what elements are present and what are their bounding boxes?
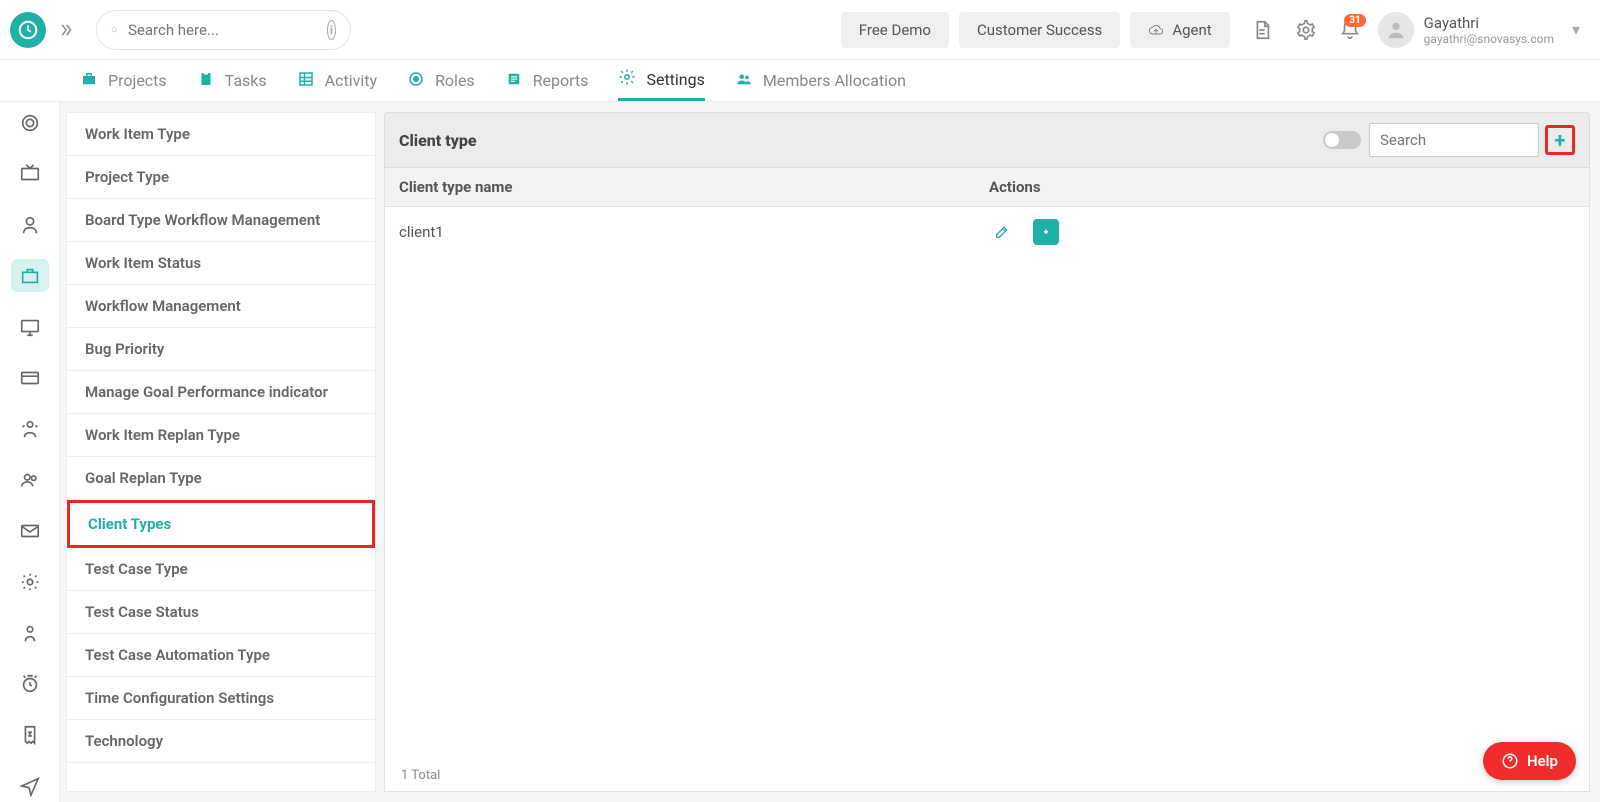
agent-button[interactable]: Agent <box>1130 12 1229 48</box>
grid-icon <box>297 70 315 92</box>
avatar <box>1378 12 1414 48</box>
side-goal-perf[interactable]: Manage Goal Performance indicator <box>67 371 375 414</box>
tab-reports[interactable]: Reports <box>505 60 589 101</box>
side-workflow-mgmt[interactable]: Workflow Management <box>67 285 375 328</box>
clipboard-icon <box>197 70 215 92</box>
rail-send[interactable] <box>11 769 49 802</box>
rail-tv[interactable] <box>11 157 49 190</box>
user-name: Gayathri <box>1424 14 1554 32</box>
info-icon[interactable]: i <box>327 20 336 40</box>
free-demo-button[interactable]: Free Demo <box>841 12 949 48</box>
nav-tabs: Projects Tasks Activity Roles Reports Se… <box>0 60 1600 102</box>
col-header-actions: Actions <box>989 178 1575 196</box>
rail-profile[interactable] <box>11 616 49 649</box>
settings-sidebar: Work Item Type Project Type Board Type W… <box>66 112 376 792</box>
tab-projects[interactable]: Projects <box>80 60 167 101</box>
rail-invoice[interactable] <box>11 718 49 751</box>
rail-monitor[interactable] <box>11 310 49 343</box>
global-search[interactable]: i <box>96 10 351 50</box>
rail-work[interactable] <box>11 259 49 292</box>
notification-badge: 31 <box>1344 14 1365 27</box>
user-email: gayathri@snovasys.com <box>1424 32 1554 46</box>
list-icon <box>505 70 523 92</box>
rail-hr[interactable] <box>11 412 49 445</box>
add-client-type-button[interactable]: + <box>1545 125 1575 155</box>
help-button[interactable]: Help <box>1483 742 1576 780</box>
rail-card[interactable] <box>11 361 49 394</box>
side-goal-replan[interactable]: Goal Replan Type <box>67 457 375 500</box>
tab-roles[interactable]: Roles <box>407 60 475 101</box>
people-icon <box>735 70 753 92</box>
rail-settings[interactable] <box>11 565 49 598</box>
global-search-input[interactable] <box>128 21 327 39</box>
rail-clock[interactable] <box>11 667 49 700</box>
table-row: client1 <box>385 207 1589 257</box>
table-body: client1 1 Total <box>384 207 1590 792</box>
gear-icon <box>618 68 636 90</box>
tab-activity[interactable]: Activity <box>297 60 377 101</box>
side-technology[interactable]: Technology <box>67 720 375 763</box>
sidebar-toggle-icon[interactable] <box>54 18 78 42</box>
panel-search-input[interactable] <box>1369 123 1539 157</box>
user-menu[interactable]: Gayathri gayathri@snovasys.com ▾ <box>1378 12 1580 48</box>
app-logo[interactable] <box>10 12 46 48</box>
tab-tasks[interactable]: Tasks <box>197 60 267 101</box>
notifications-button[interactable]: 31 <box>1332 12 1368 48</box>
side-board-type-workflow[interactable]: Board Type Workflow Management <box>67 199 375 242</box>
side-test-case-type[interactable]: Test Case Type <box>67 548 375 591</box>
side-time-config[interactable]: Time Configuration Settings <box>67 677 375 720</box>
customer-success-button[interactable]: Customer Success <box>959 12 1120 48</box>
archived-toggle[interactable] <box>1323 131 1361 149</box>
tab-members-allocation[interactable]: Members Allocation <box>735 60 906 101</box>
panel-header: Client type + <box>384 112 1590 168</box>
archive-button[interactable] <box>1033 219 1059 245</box>
rail-user[interactable] <box>11 208 49 241</box>
target-icon <box>407 70 425 92</box>
document-icon-button[interactable] <box>1244 12 1280 48</box>
rail-mail[interactable] <box>11 514 49 547</box>
side-work-item-status[interactable]: Work Item Status <box>67 242 375 285</box>
side-client-types[interactable]: Client Types <box>67 500 375 548</box>
side-test-case-automation[interactable]: Test Case Automation Type <box>67 634 375 677</box>
settings-icon-button[interactable] <box>1288 12 1324 48</box>
chevron-down-icon: ▾ <box>1572 20 1580 39</box>
panel-title: Client type <box>399 131 477 150</box>
tab-settings[interactable]: Settings <box>618 60 704 101</box>
col-header-name: Client type name <box>399 178 989 196</box>
side-project-type[interactable]: Project Type <box>67 156 375 199</box>
search-icon <box>111 21 118 39</box>
total-count: 1 Total <box>401 768 440 783</box>
cell-name: client1 <box>399 223 989 241</box>
cloud-upload-icon <box>1148 22 1164 38</box>
side-work-item-replan[interactable]: Work Item Replan Type <box>67 414 375 457</box>
briefcase-icon <box>80 70 98 92</box>
edit-button[interactable] <box>989 219 1015 245</box>
side-work-item-type[interactable]: Work Item Type <box>67 113 375 156</box>
side-test-case-status[interactable]: Test Case Status <box>67 591 375 634</box>
nav-rail <box>0 102 60 802</box>
table-header: Client type name Actions <box>384 168 1590 207</box>
rail-team[interactable] <box>11 463 49 496</box>
side-bug-priority[interactable]: Bug Priority <box>67 328 375 371</box>
rail-dashboard[interactable] <box>11 106 49 139</box>
